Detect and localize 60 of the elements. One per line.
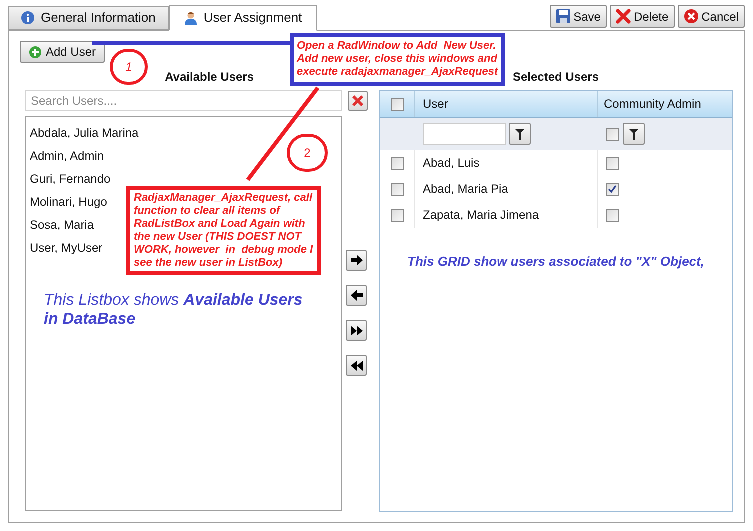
filter-button[interactable] [509, 123, 531, 145]
annotation-text: see the new user in ListBox) [134, 257, 284, 270]
column-header[interactable]: Community Admin [598, 91, 732, 117]
list-item[interactable]: Admin, Admin [30, 144, 104, 167]
double-arrow-right-icon [350, 326, 363, 336]
list-item[interactable]: User, MyUser [30, 236, 103, 259]
toolbar-button[interactable]: Delete [610, 5, 675, 28]
column-header[interactable]: User [415, 91, 598, 117]
admin-checkbox[interactable] [606, 208, 619, 222]
select-all-checkbox[interactable] [390, 98, 404, 110]
delete-icon [616, 9, 631, 24]
close-icon [352, 95, 364, 107]
filter-icon [515, 128, 525, 140]
add-user-button[interactable]: Add User [20, 41, 106, 63]
admin-checkbox[interactable] [606, 182, 619, 196]
transfer-button[interactable] [346, 320, 368, 341]
annotation-text: WORK, however in debug mode I [134, 244, 314, 257]
annotation-text: function to clear all items of [134, 205, 282, 218]
row-checkbox[interactable] [390, 208, 404, 222]
grid-note: This GRID show users associated to "X" Object, [408, 253, 704, 271]
toolbar-button[interactable]: Cancel [678, 5, 745, 28]
table-cell: Abad, Maria Pia [415, 176, 598, 202]
transfer-button[interactable] [346, 285, 368, 306]
annotation-text: Add new user, close this windows and [297, 53, 498, 66]
user-icon [184, 11, 198, 25]
tab[interactable]: General Information [8, 6, 169, 30]
row-checkbox[interactable] [390, 182, 404, 196]
clear-button[interactable] [348, 91, 368, 111]
toolbar-button[interactable]: Save [550, 5, 607, 28]
tab[interactable]: User Assignment [168, 5, 318, 31]
panel-title: Selected Users [512, 69, 600, 86]
search-field[interactable]: Search Users.... [25, 90, 342, 111]
filter-button[interactable] [623, 123, 645, 145]
annotation-text: RadListBox and Load Again with [134, 218, 306, 231]
cancel-icon [684, 9, 699, 24]
filter-field[interactable] [423, 123, 506, 145]
annotation-text: RadjaxManager_AjaxRequest, call [134, 192, 314, 205]
row-checkbox[interactable] [390, 156, 404, 170]
info-icon [21, 11, 35, 25]
admin-checkbox[interactable] [606, 156, 619, 170]
arrow-left-icon [350, 290, 363, 301]
table-cell: Abad, Luis [415, 150, 598, 176]
listbox-note: in DataBase [44, 310, 137, 329]
list-item[interactable]: Molinari, Hugo [30, 190, 108, 213]
table-cell: Zapata, Maria Jimena [415, 202, 598, 228]
annotation-text: Open a RadWindow to Add New User. [297, 40, 498, 53]
panel-title: Available Users [165, 69, 254, 86]
double-arrow-left-icon [350, 360, 363, 370]
annotation-text: the new User (THIS DOEST NOT [134, 231, 304, 244]
annotation-text: execute radajaxmanager_AjaxRequest [297, 66, 498, 79]
filter-checkbox[interactable] [606, 128, 619, 140]
transfer-button[interactable] [346, 355, 368, 376]
transfer-button[interactable] [346, 250, 368, 271]
list-item[interactable]: Sosa, Maria [30, 213, 94, 236]
listbox-note: This Listbox shows Available Users [44, 291, 303, 310]
list-item[interactable]: Guri, Fernando [30, 167, 111, 190]
filter-icon [629, 128, 639, 140]
plus-icon [29, 46, 42, 58]
arrow-right-icon [350, 255, 363, 266]
list-item[interactable]: Abdala, Julia Marina [30, 121, 139, 144]
